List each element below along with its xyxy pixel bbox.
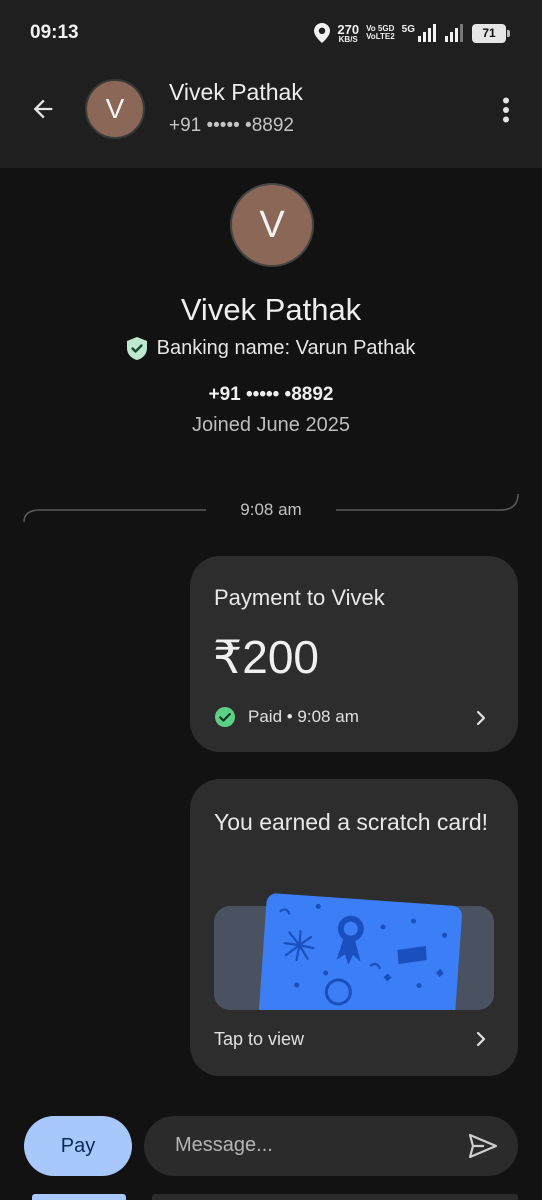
chevron-right-icon [476,710,486,726]
network-speed: 270 KB/S [337,23,359,44]
send-button[interactable] [466,1130,500,1162]
network-type: 5G [401,23,415,35]
contact-name[interactable]: Vivek Pathak [169,79,303,106]
payment-amount: ₹200 [213,631,320,683]
pay-button[interactable]: Pay [24,1116,132,1176]
payment-title: Payment to Vivek [214,585,385,610]
battery-indicator: 71 [472,23,510,43]
send-icon [468,1133,498,1159]
pay-button-label: Pay [60,1134,96,1157]
location-icon [314,23,331,43]
contact-phone: +91 ••••• •8892 [169,115,294,136]
arrow-left-icon [33,99,53,119]
message-input[interactable]: Message... [144,1116,518,1176]
check-circle-icon [215,707,235,727]
volte-bottom: VoLTE2 [366,32,395,41]
joined-date: Joined June 2025 [192,414,350,436]
payment-message[interactable]: Payment to Vivek ₹200 Paid • 9:08 am [190,556,518,752]
divider-time: 9:08 am [240,500,302,519]
battery-level: 71 [482,26,496,40]
banking-name: Banking name: Varun Pathak [156,337,416,359]
status-time: 09:13 [30,22,79,43]
signal-icon [418,24,436,42]
profile-name: Vivek Pathak [180,292,362,327]
volte-indicator: Vo 5GD VoLTE2 [366,24,395,42]
tap-to-view: Tap to view [214,1029,305,1049]
more-options-button[interactable] [488,90,524,130]
scratch-card-image[interactable] [214,889,494,1010]
status-icons: 270 KB/S Vo 5GD VoLTE2 5G 71 [314,20,510,46]
profile-avatar: V [230,183,314,267]
chevron-right-icon [476,1031,486,1047]
message-placeholder: Message... [175,1134,273,1156]
network-speed-unit: KB/S [338,34,358,44]
back-button[interactable] [22,88,64,130]
profile-avatar-initial: V [259,203,285,246]
bottom-peek-right [152,1194,518,1200]
signal-icon-2 [445,24,463,42]
app-bar: V Vivek Pathak +91 ••••• •8892 [0,64,542,168]
bottom-peek-left [32,1194,126,1200]
scratch-card-message[interactable]: You earned a scratch card! Tap to view [190,779,518,1076]
payment-status-text: Paid • 9:08 am [248,707,359,726]
profile-phone: +91 ••••• •8892 [208,384,334,405]
avatar-initial: V [105,93,125,124]
status-bar: 09:13 270 KB/S Vo 5GD VoLTE2 5G 71 [0,0,542,64]
scratch-card-title: You earned a scratch card! [214,809,489,835]
banking-name-row: Banking name: Varun Pathak [0,337,542,360]
contact-avatar[interactable]: V [85,79,145,139]
network-speed-value: 270 [337,21,360,37]
more-vert-icon [503,97,509,123]
shield-check-icon [126,337,147,360]
payment-status: Paid • 9:08 am [214,706,359,728]
